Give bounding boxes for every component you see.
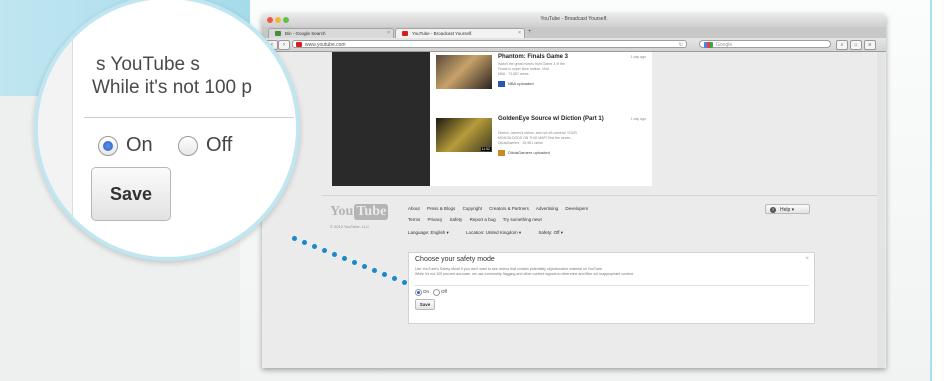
- footer-link[interactable]: Safety: [450, 217, 463, 222]
- magnifier-callout: s YouTube s While it's not 100 p On Off …: [34, 0, 300, 261]
- video-thumbnail[interactable]: [436, 55, 492, 89]
- connector-dot: [342, 256, 347, 261]
- connector-dot: [322, 248, 327, 253]
- youtube-favicon-icon: [296, 42, 302, 47]
- safety-desc-line: While it's not 100 percent accurate, we …: [415, 272, 635, 276]
- new-tab-icon[interactable]: +: [528, 29, 532, 35]
- logo-you: You: [330, 204, 354, 219]
- search-placeholder: Google: [716, 42, 733, 48]
- footer-dropdowns: Language: English ▾ Location: United Kin…: [408, 230, 569, 236]
- help-icon: ?: [770, 207, 776, 213]
- uploader-line[interactable]: DiictaGamers uploaded: [498, 150, 550, 156]
- footer-divider: [322, 195, 878, 196]
- radio-off[interactable]: [433, 289, 440, 296]
- footer-link[interactable]: Terms: [408, 217, 420, 222]
- youtube-favicon-icon: [402, 31, 408, 36]
- video-desc-line: NBA · 73,687 views: [498, 72, 529, 76]
- background-accent-rule: [930, 0, 932, 381]
- bookmark-icon[interactable]: ⌕: [836, 40, 848, 50]
- address-bar[interactable]: www.youtube.com ↻: [292, 40, 687, 48]
- radio-on-label: On: [423, 289, 430, 294]
- magnified-radio-on[interactable]: [98, 136, 118, 156]
- video-title[interactable]: Phantom: Finals Game 3: [498, 54, 618, 61]
- address-text: www.youtube.com: [305, 42, 346, 48]
- video-title[interactable]: GoldenEye Source w/ Diction (Part 1): [498, 116, 618, 123]
- feed-item[interactable]: Phantom: Finals Game 3 1 day ago Watch t…: [436, 52, 650, 114]
- page-viewport: Phantom: Finals Game 3 1 day ago Watch t…: [262, 52, 886, 368]
- radio-off-label: Off: [441, 289, 447, 294]
- tab-youtube[interactable]: YouTube - Broadcast Yourself. ×: [395, 28, 525, 38]
- browser-window: YouTube - Broadcast Yourself. Bin - Goog…: [262, 14, 886, 368]
- feed-item[interactable]: 11:52 GoldenEye Source w/ Diction (Part …: [436, 114, 650, 176]
- reload-icon[interactable]: ↻: [679, 41, 683, 49]
- connector-dot: [392, 276, 397, 281]
- connector-dot: [362, 264, 367, 269]
- video-desc-line: DiictaGamers · 15,981 views: [498, 141, 543, 145]
- close-icon[interactable]: ×: [805, 256, 809, 262]
- safety-divider: [414, 285, 809, 286]
- search-field[interactable]: Google: [699, 40, 831, 48]
- magnified-save-button[interactable]: Save: [91, 167, 171, 221]
- channel-avatar-icon: [498, 150, 505, 156]
- uploader-label: DiictaGamers uploaded: [508, 150, 550, 155]
- footer-link[interactable]: Press & Blogs: [427, 206, 455, 211]
- logo-tube: Tube: [354, 204, 389, 220]
- browser-toolbar: ‹ › www.youtube.com ↻ Google ⌕ ⌂ ≡: [262, 38, 886, 52]
- magnified-text-line: s YouTube s: [96, 54, 200, 75]
- footer-link[interactable]: Report a bug: [470, 217, 496, 222]
- radio-on[interactable]: [415, 289, 422, 296]
- connector-dot: [352, 260, 357, 265]
- footer-links-row-1: About Press & Blogs Copyright Creators &…: [408, 206, 594, 211]
- footer-link[interactable]: About: [408, 206, 420, 211]
- tab-label: YouTube - Broadcast Yourself.: [412, 31, 473, 36]
- safety-heading: Choose your safety mode: [415, 256, 495, 263]
- window-title: YouTube - Broadcast Yourself.: [540, 16, 608, 22]
- help-label: Help ▾: [780, 207, 795, 213]
- connector-dot: [372, 268, 377, 273]
- video-time: 1 day ago: [630, 55, 646, 59]
- safety-dropdown[interactable]: Safety: Off ▾: [538, 230, 563, 235]
- location-dropdown[interactable]: Location: United Kingdom ▾: [466, 230, 521, 235]
- scrollbar[interactable]: [877, 52, 885, 368]
- copyright-text: © 2012 YouTube, LLC: [330, 224, 370, 229]
- video-duration: 11:52: [480, 147, 491, 151]
- menu-icon[interactable]: ≡: [864, 40, 876, 50]
- home-icon[interactable]: ⌂: [850, 40, 862, 50]
- video-thumbnail[interactable]: 11:52: [436, 118, 492, 152]
- magnified-radio-on-label: On: [126, 134, 153, 156]
- connector-dot: [302, 240, 307, 245]
- uploader-label: NBA uploaded: [508, 81, 534, 86]
- footer-links-row-2: Terms Privacy Safety Report a bug Try so…: [408, 217, 548, 222]
- google-logo-icon: [704, 42, 713, 48]
- language-dropdown[interactable]: Language: English ▾: [408, 230, 449, 235]
- footer-link[interactable]: Creators & Partners: [489, 206, 529, 211]
- nba-avatar-icon: [498, 81, 505, 87]
- safety-mode-panel: Choose your safety mode × Use YouTube's …: [408, 252, 815, 324]
- title-bar: YouTube - Broadcast Yourself.: [262, 14, 886, 27]
- footer-link[interactable]: Developers: [565, 206, 588, 211]
- footer-link[interactable]: Privacy: [428, 217, 443, 222]
- footer-link[interactable]: Advertising: [536, 206, 558, 211]
- magnifier-left-stripe: [38, 0, 73, 257]
- magnified-radio-off-label: Off: [206, 134, 233, 156]
- close-tab-icon[interactable]: ×: [387, 29, 390, 38]
- video-feed: Phantom: Finals Game 3 1 day ago Watch t…: [430, 52, 652, 186]
- magnified-text-line: While it's not 100 p: [92, 77, 252, 98]
- uploader-line[interactable]: NBA uploaded: [498, 81, 534, 87]
- safety-desc-line: Use YouTube's Safety Mode if you don't w…: [415, 267, 603, 271]
- magnified-radio-off[interactable]: [178, 136, 198, 156]
- connector-dot: [332, 252, 337, 257]
- connector-dot: [312, 244, 317, 249]
- help-button[interactable]: ? Help ▾: [765, 204, 810, 214]
- connector-dot: [402, 280, 407, 285]
- video-time: 1 day ago: [630, 117, 646, 121]
- footer-link[interactable]: Try something new!: [503, 217, 542, 222]
- close-tab-icon[interactable]: ×: [518, 29, 521, 38]
- connector-dot: [382, 272, 387, 277]
- footer-link[interactable]: Copyright: [463, 206, 482, 211]
- save-button[interactable]: Save: [415, 299, 435, 310]
- magnified-divider: [84, 117, 294, 118]
- youtube-logo[interactable]: You Tube: [330, 204, 389, 220]
- video-player[interactable]: [332, 52, 430, 186]
